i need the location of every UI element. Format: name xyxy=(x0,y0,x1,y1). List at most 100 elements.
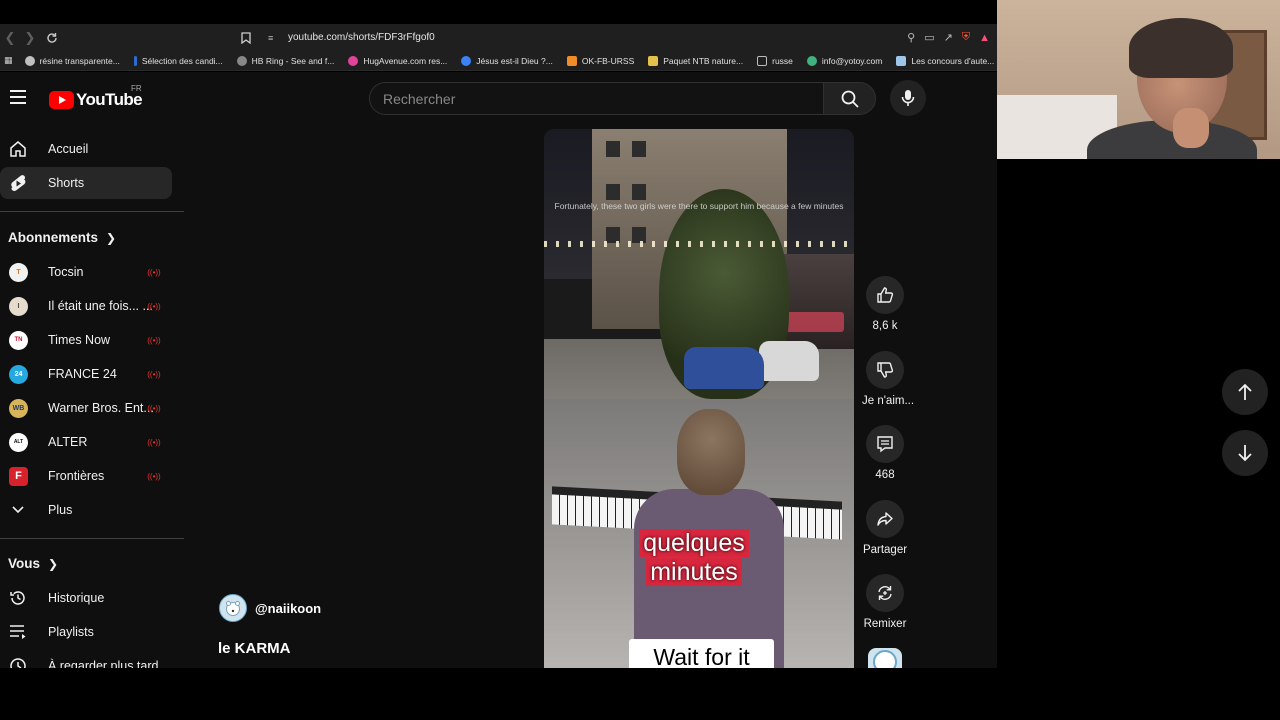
live-icon: ((•)) xyxy=(147,369,161,379)
youtube-logo[interactable]: YouTube FR xyxy=(49,84,143,110)
caption-line: minutes xyxy=(646,558,742,586)
bookmark-folder[interactable]: russe xyxy=(757,55,793,66)
bookmark-item[interactable]: Paquet NTB nature... xyxy=(648,55,743,66)
home-icon xyxy=(8,139,28,159)
live-icon: ((•)) xyxy=(147,403,161,413)
youtube-play-icon xyxy=(49,91,74,109)
install-app-icon[interactable]: ▭ xyxy=(924,31,934,44)
polar-bear-icon xyxy=(873,650,897,674)
polar-bear-icon xyxy=(226,601,240,616)
search-button[interactable] xyxy=(823,82,876,115)
channel-avatar: F xyxy=(9,466,28,486)
shorts-icon xyxy=(8,173,28,193)
reload-button[interactable] xyxy=(42,28,62,48)
live-icon: ((•)) xyxy=(147,437,161,447)
forward-button[interactable]: ❯ xyxy=(20,28,40,48)
you-header[interactable]: Vous ❯ xyxy=(8,556,58,571)
remix-button[interactable] xyxy=(866,574,904,612)
subscription-item[interactable]: 24 FRANCE 24 ((•)) xyxy=(0,358,172,390)
site-settings-icon[interactable]: ≡ xyxy=(268,33,273,43)
webcam-overlay xyxy=(997,0,1280,159)
sidebar-item-home[interactable]: Accueil xyxy=(0,133,172,165)
playlist-icon xyxy=(8,622,28,642)
brave-rewards-icon[interactable]: ▲ xyxy=(979,32,990,44)
dislike-button[interactable] xyxy=(866,351,904,389)
apps-grid-icon[interactable]: ▦ xyxy=(4,55,13,66)
search-input[interactable] xyxy=(370,83,823,114)
remix-action: Remixer xyxy=(862,574,908,630)
sidebar-item-playlists[interactable]: Playlists xyxy=(0,616,172,648)
channel-avatar: ALT xyxy=(9,432,28,452)
bookmark-item[interactable]: OK-FB-URSS xyxy=(566,55,634,66)
history-icon xyxy=(8,588,28,608)
search-icon xyxy=(841,90,859,108)
bookmark-favicon-icon xyxy=(348,55,359,66)
share-page-icon[interactable]: ↗ xyxy=(944,31,953,44)
live-icon: ((•)) xyxy=(147,335,161,345)
bookmark-item[interactable]: HB Ring - See and f... xyxy=(236,55,334,66)
country-code: FR xyxy=(131,84,142,93)
shorts-video-player[interactable]: Fortunately, these two girls were there … xyxy=(544,129,854,668)
subscription-item[interactable]: ALT ALTER ((•)) xyxy=(0,426,172,458)
share-button[interactable] xyxy=(866,500,904,538)
sidebar-divider xyxy=(0,211,184,212)
channel-avatar: WB xyxy=(9,398,28,418)
video-caption: quelques minutes xyxy=(604,529,784,587)
channel-avatar: 24 xyxy=(9,364,28,384)
video-title: le KARMA xyxy=(218,640,291,657)
url-text[interactable]: youtube.com/shorts/FDF3rFfgof0 xyxy=(288,32,435,43)
video-scene xyxy=(544,241,854,247)
webcam-scene xyxy=(1173,108,1209,148)
voice-search-button[interactable] xyxy=(890,80,926,116)
bookmark-item[interactable]: Les concours d'aute... xyxy=(896,55,994,66)
bookmark-item[interactable]: Sélection des candi... xyxy=(133,55,223,66)
bookmark-favicon-icon xyxy=(461,55,472,66)
previous-short-button[interactable] xyxy=(1222,369,1268,415)
sidebar-item-shorts[interactable]: Shorts xyxy=(0,167,172,199)
sidebar-item-watch-later[interactable]: À regarder plus tard xyxy=(0,650,172,668)
wait-for-it-caption: Wait for it xyxy=(629,639,774,668)
subscriptions-header[interactable]: Abonnements ❯ xyxy=(8,230,116,245)
channel-avatar[interactable] xyxy=(219,594,247,622)
subscription-item[interactable]: TN Times Now ((•)) xyxy=(0,324,172,356)
logo-text: YouTube xyxy=(76,90,143,109)
thumbs-down-icon xyxy=(877,362,894,378)
video-subtitle-top: Fortunately, these two girls were there … xyxy=(554,201,844,211)
browser-toolbar: ❮ ❯ ≡ youtube.com/shorts/FDF3rFfgof0 ⚲ ▭… xyxy=(0,24,997,51)
subscription-item[interactable]: WB Warner Bros. Ent... ((•)) xyxy=(0,392,172,424)
bookmark-item[interactable]: HugAvenue.com res... xyxy=(348,55,447,66)
sidebar-item-history[interactable]: Historique xyxy=(0,582,172,614)
arrow-up-icon xyxy=(1238,383,1252,400)
comments-action: 468 xyxy=(862,425,908,481)
next-short-button[interactable] xyxy=(1222,430,1268,476)
like-count: 8,6 k xyxy=(872,320,898,332)
live-icon: ((•)) xyxy=(147,267,161,277)
back-button[interactable]: ❮ xyxy=(0,28,20,48)
sidebar-item-more[interactable]: Plus xyxy=(0,494,172,526)
channel-avatar: I xyxy=(9,296,28,316)
subscription-item[interactable]: F Frontières ((•)) xyxy=(0,460,172,492)
address-bar[interactable]: ≡ youtube.com/shorts/FDF3rFfgof0 ⚲ ▭ ↗ ⛨… xyxy=(236,26,996,49)
remix-icon xyxy=(878,586,892,600)
bookmark-item[interactable]: Jésus est-il Dieu ?... xyxy=(461,55,553,66)
comments-button[interactable] xyxy=(866,425,904,463)
like-button[interactable] xyxy=(866,276,904,314)
comments-count: 468 xyxy=(875,469,895,481)
zoom-icon[interactable]: ⚲ xyxy=(907,31,915,44)
brave-shield-icon[interactable]: ⛨ xyxy=(962,31,970,44)
subscription-item[interactable]: I Il était une fois... ... ((•)) xyxy=(0,290,172,322)
youtube-header: YouTube FR xyxy=(0,72,997,124)
sidebar-divider xyxy=(0,538,184,539)
chevron-down-icon xyxy=(8,500,28,520)
clock-icon xyxy=(8,656,28,668)
bookmark-item[interactable]: résine transparente... xyxy=(24,55,120,66)
subscription-item[interactable]: T Tocsin ((•)) xyxy=(0,256,172,288)
channel-handle[interactable]: @naiikoon xyxy=(255,601,321,616)
channel-avatar: T xyxy=(9,262,28,282)
menu-icon[interactable] xyxy=(10,90,26,104)
search-box xyxy=(369,82,824,115)
thumbs-up-icon xyxy=(877,287,894,303)
webcam-scene xyxy=(1129,18,1233,78)
bookmark-item[interactable]: info@yotoy.com xyxy=(806,55,882,66)
bookmark-favicon-icon xyxy=(133,55,137,66)
